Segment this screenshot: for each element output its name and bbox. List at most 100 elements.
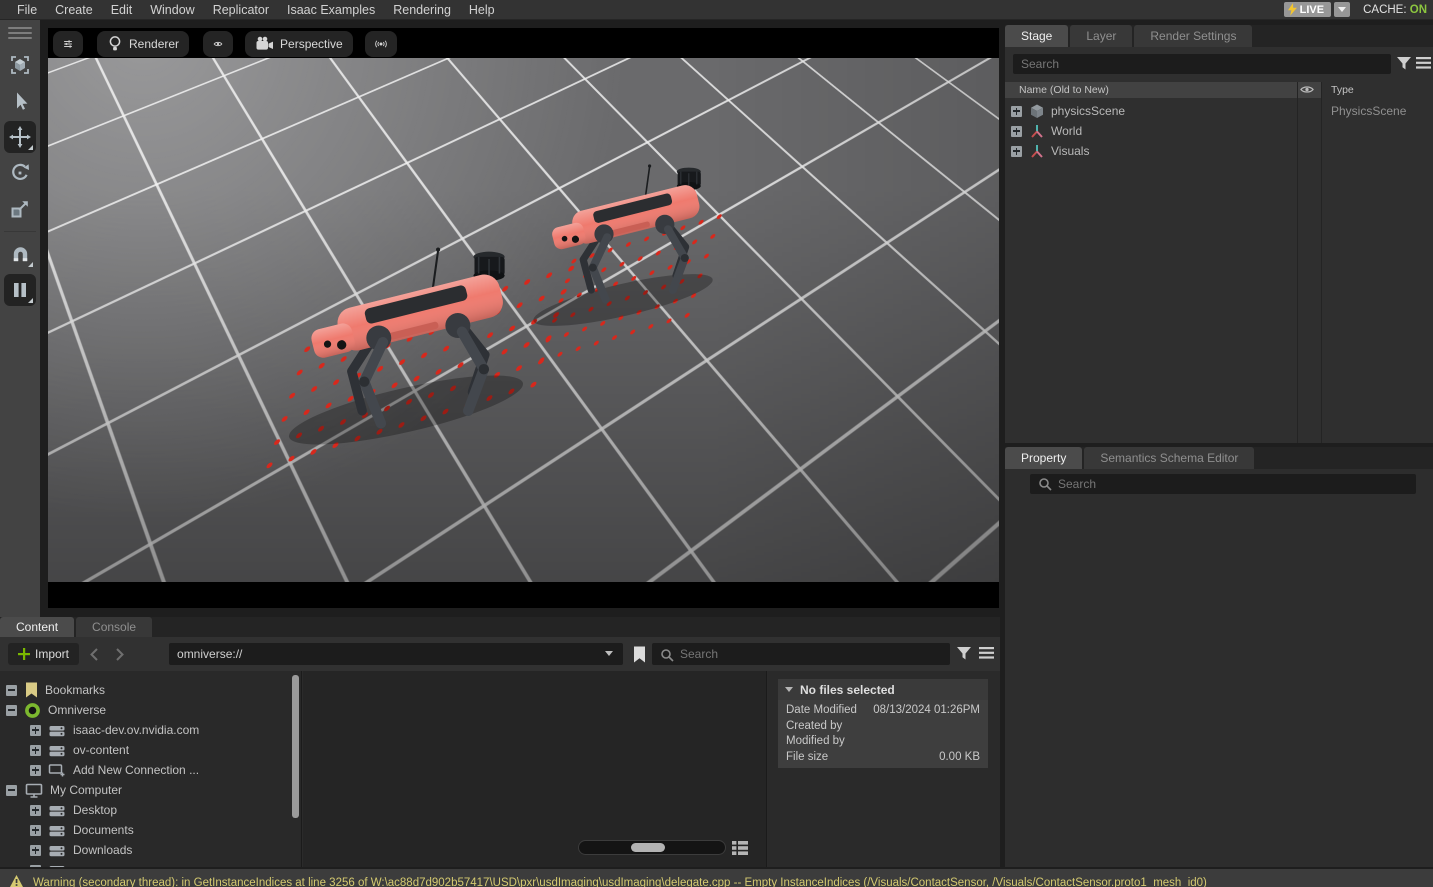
collapse-minus-icon[interactable] bbox=[6, 785, 17, 796]
server-drive-icon bbox=[48, 742, 66, 759]
tab-render-settings[interactable]: Render Settings bbox=[1134, 25, 1252, 47]
expand-plus-icon[interactable] bbox=[30, 745, 41, 756]
expand-plus-icon[interactable] bbox=[30, 865, 41, 868]
menu-edit[interactable]: Edit bbox=[102, 3, 142, 17]
drive-icon bbox=[48, 842, 66, 859]
stage-options-button[interactable] bbox=[1416, 57, 1431, 69]
tree-row-omniverse[interactable]: Omniverse bbox=[0, 700, 293, 720]
tab-content[interactable]: Content bbox=[0, 617, 74, 637]
rotate-tool-button[interactable] bbox=[4, 157, 36, 189]
expand-plus-icon[interactable] bbox=[1011, 146, 1022, 157]
expand-plus-icon[interactable] bbox=[30, 725, 41, 736]
select-tool-button[interactable] bbox=[4, 85, 36, 117]
tree-row-documents[interactable]: Documents bbox=[0, 820, 293, 840]
status-bar: Warning (secondary thread): in GetInstan… bbox=[0, 869, 1433, 887]
tree-row-desktop[interactable]: Desktop bbox=[0, 800, 293, 820]
expand-plus-icon[interactable] bbox=[1011, 126, 1022, 137]
bookmark-path-button[interactable] bbox=[633, 646, 646, 663]
expand-plus-icon[interactable] bbox=[30, 825, 41, 836]
toolbar-drag-handle[interactable] bbox=[8, 27, 32, 39]
eye-icon bbox=[213, 37, 223, 51]
drive-icon bbox=[48, 862, 66, 868]
content-filter-button[interactable] bbox=[956, 646, 972, 661]
visibility-button[interactable] bbox=[203, 31, 233, 57]
visibility-column-eye-icon[interactable] bbox=[1299, 83, 1315, 96]
camera-button[interactable]: Perspective bbox=[245, 31, 353, 57]
tab-layer[interactable]: Layer bbox=[1070, 25, 1132, 47]
tab-stage[interactable]: Stage bbox=[1005, 25, 1068, 47]
tree-row-ov-content[interactable]: ov-content bbox=[0, 740, 293, 760]
viewport-render[interactable] bbox=[48, 58, 999, 582]
path-dropdown-icon[interactable] bbox=[605, 651, 613, 656]
tree-row-partial[interactable] bbox=[0, 860, 293, 867]
expand-plus-icon[interactable] bbox=[30, 805, 41, 816]
tab-property[interactable]: Property bbox=[1005, 447, 1082, 469]
menu-create[interactable]: Create bbox=[46, 3, 102, 17]
live-sync-button[interactable]: LIVE bbox=[1284, 2, 1331, 17]
tree-row-bookmarks[interactable]: Bookmarks bbox=[0, 680, 293, 700]
tree-scrollbar[interactable] bbox=[292, 675, 299, 818]
menu-help[interactable]: Help bbox=[460, 3, 504, 17]
forward-button[interactable] bbox=[109, 648, 131, 661]
scale-tool-button[interactable] bbox=[4, 193, 36, 225]
stage-tabstrip: Stage Layer Render Settings bbox=[1005, 25, 1433, 47]
tab-console[interactable]: Console bbox=[76, 617, 152, 637]
pause-button[interactable] bbox=[4, 274, 36, 306]
live-dropdown-button[interactable] bbox=[1334, 2, 1350, 17]
tree-row-isaac-dev[interactable]: isaac-dev.ov.nvidia.com bbox=[0, 720, 293, 740]
stage-row-physicsscene[interactable]: physicsScene PhysicsScene bbox=[1005, 101, 1433, 121]
property-search-input[interactable] bbox=[1030, 474, 1416, 494]
snap-tool-button[interactable] bbox=[4, 238, 36, 270]
thumbnail-size-slider[interactable] bbox=[578, 840, 726, 855]
menu-bar: File Create Edit Window Replicator Isaac… bbox=[0, 0, 1433, 20]
expand-plus-icon[interactable] bbox=[1011, 106, 1022, 117]
stage-filter-button[interactable] bbox=[1396, 56, 1412, 71]
menu-rendering[interactable]: Rendering bbox=[384, 3, 460, 17]
column-type[interactable]: Type bbox=[1331, 84, 1354, 96]
stage-row-world[interactable]: World bbox=[1005, 121, 1433, 141]
stage-column-header: Name (Old to New) Type bbox=[1005, 82, 1433, 98]
column-name[interactable]: Name (Old to New) bbox=[1005, 82, 1321, 98]
omniverse-logo-icon bbox=[24, 702, 41, 719]
viewport-3d[interactable]: Renderer Perspective bbox=[48, 28, 999, 608]
viewport-tool-bar bbox=[0, 20, 40, 617]
filter-funnel-icon bbox=[956, 646, 972, 661]
menu-file[interactable]: File bbox=[8, 3, 46, 17]
tab-semantics-schema-editor[interactable]: Semantics Schema Editor bbox=[1084, 447, 1254, 469]
content-search-input[interactable] bbox=[652, 643, 950, 665]
cube-frame-icon bbox=[8, 53, 32, 77]
menu-replicator[interactable]: Replicator bbox=[204, 3, 278, 17]
capture-button[interactable] bbox=[365, 31, 397, 57]
cache-value: ON bbox=[1410, 4, 1427, 16]
tool-options-indicator bbox=[28, 298, 33, 303]
slider-handle[interactable] bbox=[631, 843, 665, 852]
path-bar[interactable]: omniverse:// bbox=[169, 643, 623, 665]
tree-row-add-connection[interactable]: Add New Connection ... bbox=[0, 760, 293, 780]
details-header[interactable]: No files selected bbox=[778, 679, 988, 700]
import-button[interactable]: Import bbox=[8, 643, 79, 665]
collapse-minus-icon[interactable] bbox=[6, 705, 17, 716]
property-panel: Property Semantics Schema Editor bbox=[1005, 447, 1433, 867]
back-button[interactable] bbox=[83, 648, 105, 661]
tree-row-downloads[interactable]: Downloads bbox=[0, 840, 293, 860]
warning-message[interactable]: Warning (secondary thread): in GetInstan… bbox=[33, 875, 1207, 887]
plus-icon bbox=[18, 648, 30, 660]
stage-row-visuals[interactable]: Visuals bbox=[1005, 141, 1433, 161]
view-mode-button[interactable] bbox=[732, 841, 748, 855]
menu-isaac-examples[interactable]: Isaac Examples bbox=[278, 3, 384, 17]
move-tool-button[interactable] bbox=[4, 121, 36, 153]
viewport-toolbar: Renderer Perspective bbox=[48, 28, 999, 58]
render-settings-button[interactable] bbox=[53, 31, 83, 57]
file-grid-area[interactable] bbox=[303, 671, 767, 867]
property-tabstrip: Property Semantics Schema Editor bbox=[1005, 447, 1433, 469]
stage-search-input[interactable] bbox=[1013, 54, 1391, 74]
menu-window[interactable]: Window bbox=[141, 3, 203, 17]
content-options-button[interactable] bbox=[979, 647, 994, 659]
tree-row-my-computer[interactable]: My Computer bbox=[0, 780, 293, 800]
frame-select-tool-button[interactable] bbox=[4, 49, 36, 81]
collapse-minus-icon[interactable] bbox=[6, 685, 17, 696]
renderer-label: Renderer bbox=[129, 37, 179, 51]
expand-plus-icon[interactable] bbox=[30, 845, 41, 856]
renderer-button[interactable]: Renderer bbox=[97, 31, 189, 57]
expand-plus-icon[interactable] bbox=[30, 765, 41, 776]
